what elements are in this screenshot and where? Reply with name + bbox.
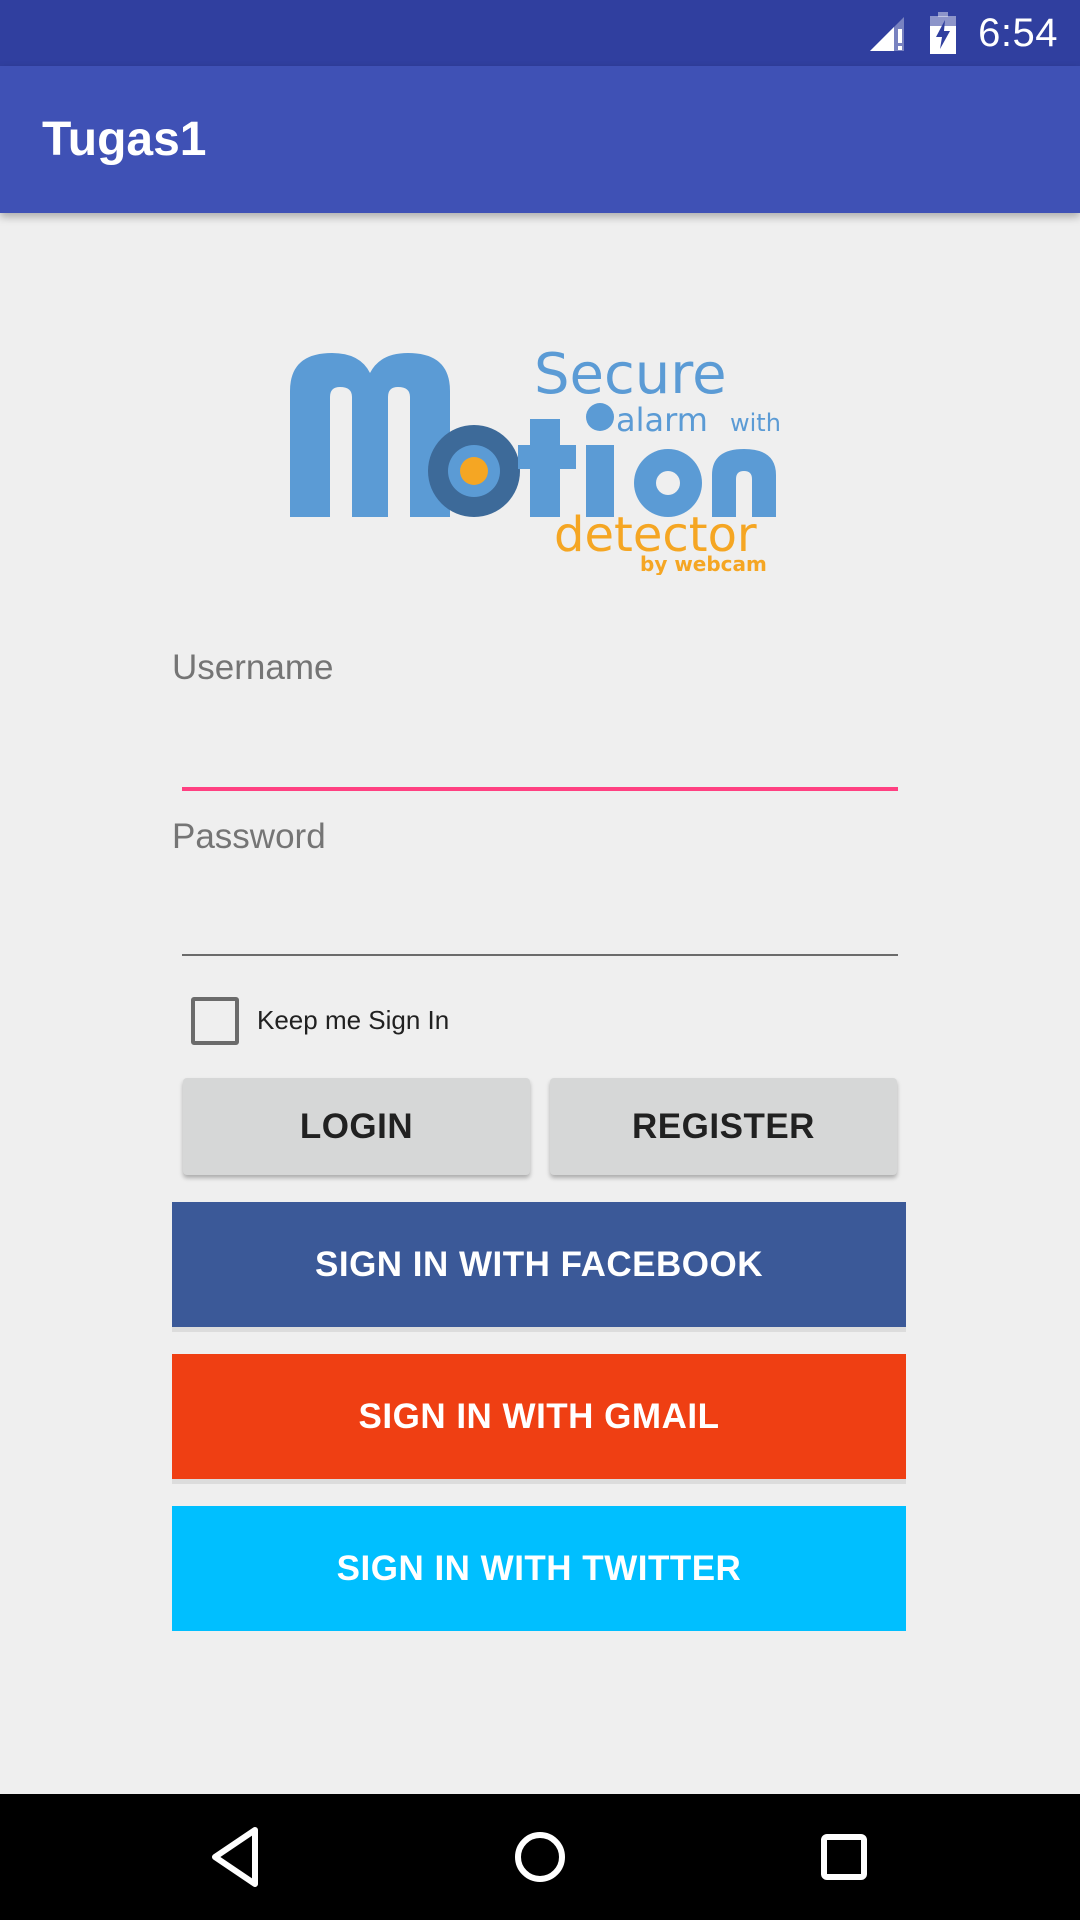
app-bar: Tugas1 [0, 66, 1080, 213]
logo-alarm-text: alarm [616, 401, 708, 439]
password-label: Password [172, 817, 326, 856]
status-icons: 6:54 [868, 0, 1058, 66]
register-button[interactable]: REGISTER [550, 1078, 897, 1175]
gmail-signin-button[interactable]: SIGN IN WITH GMAIL [172, 1354, 906, 1479]
motion-detector-logo: Secure alarm with detector by webcam [290, 345, 781, 575]
username-label: Username [172, 648, 334, 687]
password-underline [182, 954, 898, 956]
battery-charging-icon [930, 12, 957, 54]
password-input[interactable] [182, 872, 898, 952]
twitter-signin-button[interactable]: SIGN IN WITH TWITTER [172, 1506, 906, 1631]
keep-signed-in-label[interactable]: Keep me Sign In [257, 1005, 449, 1036]
back-icon[interactable] [201, 1822, 271, 1892]
recents-icon[interactable] [809, 1822, 879, 1892]
app-title: Tugas1 [42, 113, 207, 166]
keep-signed-in-checkbox[interactable] [191, 997, 239, 1045]
status-time: 6:54 [978, 10, 1058, 55]
signal-icon [870, 17, 905, 51]
facebook-signin-button[interactable]: SIGN IN WITH FACEBOOK [172, 1202, 906, 1327]
status-bar: 6:54 [0, 0, 1080, 66]
home-icon[interactable] [505, 1822, 575, 1892]
username-underline [182, 787, 898, 791]
logo-secure-text: Secure [534, 345, 727, 407]
logo-with-text: with [730, 409, 781, 437]
username-input[interactable] [182, 705, 898, 785]
logo-by-webcam-text: by webcam [640, 552, 767, 575]
navigation-bar [0, 1794, 1080, 1920]
login-button[interactable]: LOGIN [183, 1078, 530, 1175]
